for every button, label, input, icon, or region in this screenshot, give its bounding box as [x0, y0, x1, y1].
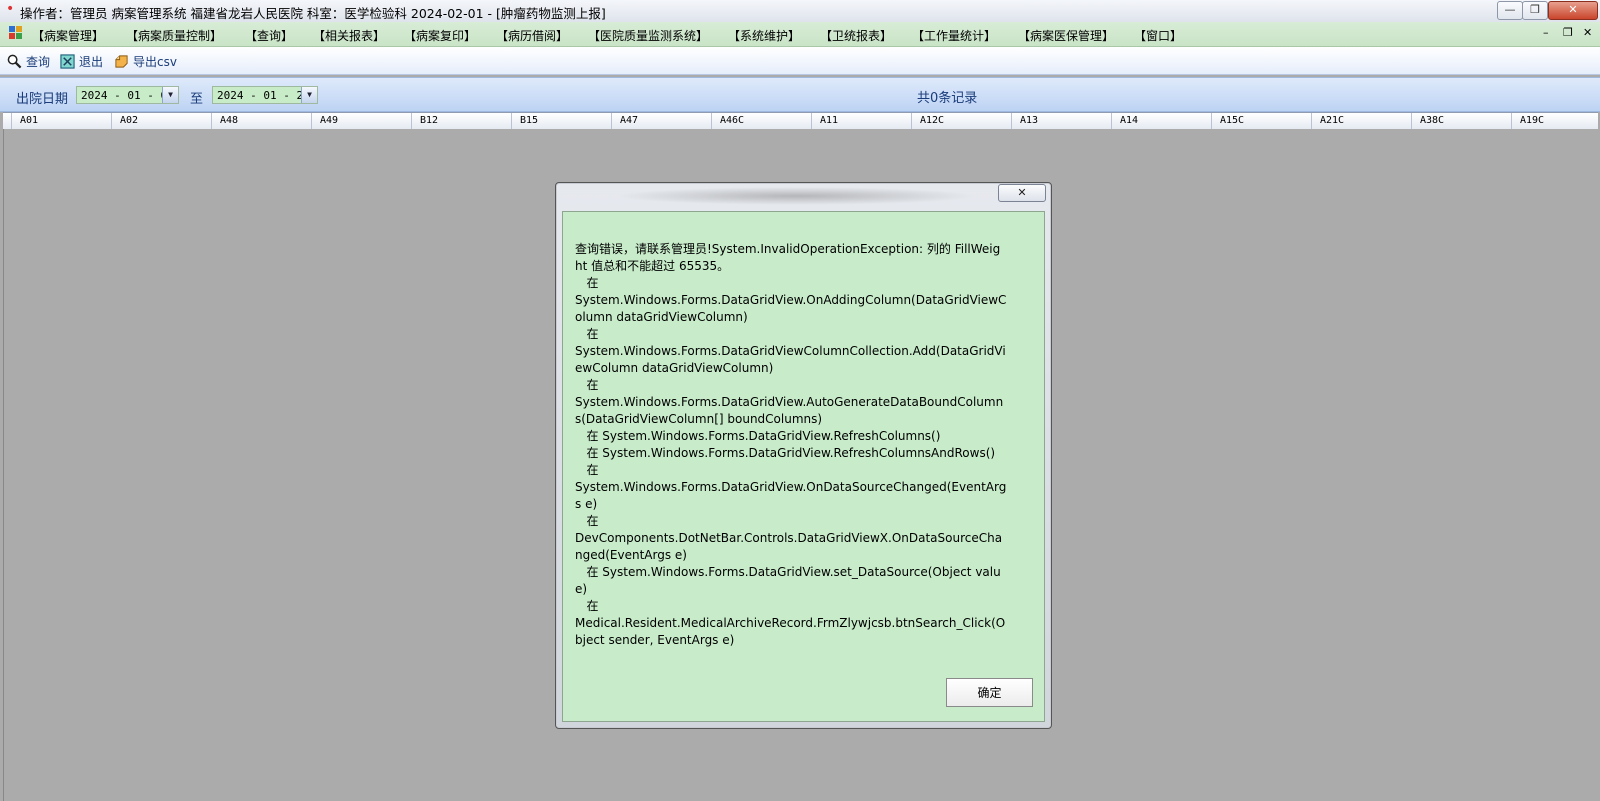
menu-bar: 【病案管理】 【病案质量控制】 【查询】 【相关报表】 【病案复印】 【病历借阅… — [0, 22, 1600, 47]
maximize-button[interactable]: ❐ — [1522, 1, 1548, 20]
menu-item-hospital-quality[interactable]: 【医院质量监测系统】 — [588, 27, 708, 44]
exit-label: 退出 — [79, 55, 104, 69]
error-dialog: ✕ 查询错误，请联系管理员!System.InvalidOperationExc… — [555, 182, 1052, 729]
close-button[interactable]: ✕ — [1548, 1, 1598, 20]
start-date-picker[interactable]: 2024 - 01 - 01 ▼ — [76, 86, 179, 104]
exit-icon — [60, 54, 75, 69]
menu-item-copy[interactable]: 【病案复印】 — [404, 27, 476, 44]
menu-item-reports[interactable]: 【相关报表】 — [313, 27, 385, 44]
exit-button[interactable]: 退出 — [60, 53, 103, 69]
column-header[interactable]: A14 — [1111, 113, 1211, 129]
column-header[interactable]: A02 — [111, 113, 211, 129]
app-icon: • — [6, 1, 15, 17]
mdi-minimize-button[interactable]: – — [1543, 26, 1549, 39]
menu-item-borrow[interactable]: 【病历借阅】 — [496, 27, 568, 44]
ok-button[interactable]: 确定 — [946, 678, 1033, 707]
query-button[interactable]: 查询 — [7, 53, 50, 69]
menu-item-quality-control[interactable]: 【病案质量控制】 — [126, 27, 222, 44]
column-header[interactable]: A11 — [811, 113, 911, 129]
menu-item-system-maintenance[interactable]: 【系统维护】 — [728, 27, 800, 44]
discharge-date-label: 出院日期 — [16, 92, 69, 107]
export-label: 导出csv — [133, 55, 177, 69]
menu-item-workload[interactable]: 【工作量统计】 — [912, 27, 996, 44]
menu-item-window[interactable]: 【窗口】 — [1134, 27, 1182, 44]
menu-item-query[interactable]: 【查询】 — [245, 27, 293, 44]
export-csv-button[interactable]: 导出csv — [114, 53, 177, 69]
column-header[interactable]: A38C — [1411, 113, 1511, 129]
search-icon — [7, 54, 22, 69]
to-label: 至 — [190, 92, 204, 107]
mdi-window-icon[interactable] — [9, 26, 23, 40]
column-header[interactable]: A46C — [711, 113, 811, 129]
query-label: 查询 — [26, 55, 51, 69]
end-date-picker[interactable]: 2024 - 01 - 20 ▼ — [212, 86, 318, 104]
mdi-restore-button[interactable]: ❐ — [1563, 26, 1573, 39]
column-header[interactable]: A47 — [611, 113, 711, 129]
menu-item-health-statistics[interactable]: 【卫统报表】 — [820, 27, 892, 44]
export-icon — [115, 55, 128, 68]
column-header[interactable]: A19C — [1511, 113, 1598, 129]
toolbar: 查询 退出 导出csv — [0, 47, 1600, 75]
record-count: 共0条记录 — [917, 91, 978, 106]
start-date-value: 2024 - 01 - 01 — [81, 89, 174, 102]
column-header[interactable]: A13 — [1011, 113, 1111, 129]
end-date-value: 2024 - 01 - 20 — [217, 89, 310, 102]
dialog-close-button[interactable]: ✕ — [998, 184, 1046, 202]
column-header[interactable]: A01 — [11, 113, 111, 129]
mdi-close-button[interactable]: ✕ — [1583, 26, 1592, 39]
dialog-title — [616, 187, 976, 205]
minimize-button[interactable]: — — [1497, 1, 1523, 20]
dialog-body: 查询错误，请联系管理员!System.InvalidOperationExcep… — [562, 211, 1045, 722]
menu-item-case-management[interactable]: 【病案管理】 — [32, 27, 104, 44]
column-header[interactable]: B15 — [511, 113, 611, 129]
filter-bar: 出院日期 2024 - 01 - 01 ▼ 至 2024 - 01 - 20 ▼… — [0, 77, 1600, 112]
menu-item-insurance[interactable]: 【病案医保管理】 — [1018, 27, 1114, 44]
column-header[interactable]: A49 — [311, 113, 411, 129]
column-header[interactable]: A21C — [1311, 113, 1411, 129]
grid-header: A01 A02 A48 A49 B12 B15 A47 A46C A11 A12… — [3, 112, 1598, 130]
column-header[interactable]: A15C — [1211, 113, 1311, 129]
chevron-down-icon[interactable]: ▼ — [301, 87, 317, 103]
window-title: 操作者：管理员 病案管理系统 福建省龙岩人民医院 科室：医学检验科 2024-0… — [20, 6, 606, 21]
column-header[interactable]: B12 — [411, 113, 511, 129]
chevron-down-icon[interactable]: ▼ — [162, 87, 178, 103]
error-message: 查询错误，请联系管理员!System.InvalidOperationExcep… — [575, 242, 1007, 647]
window-titlebar: • 操作者：管理员 病案管理系统 福建省龙岩人民医院 科室：医学检验科 2024… — [0, 0, 1600, 23]
column-header[interactable]: A12C — [911, 113, 1011, 129]
column-header[interactable]: A48 — [211, 113, 311, 129]
